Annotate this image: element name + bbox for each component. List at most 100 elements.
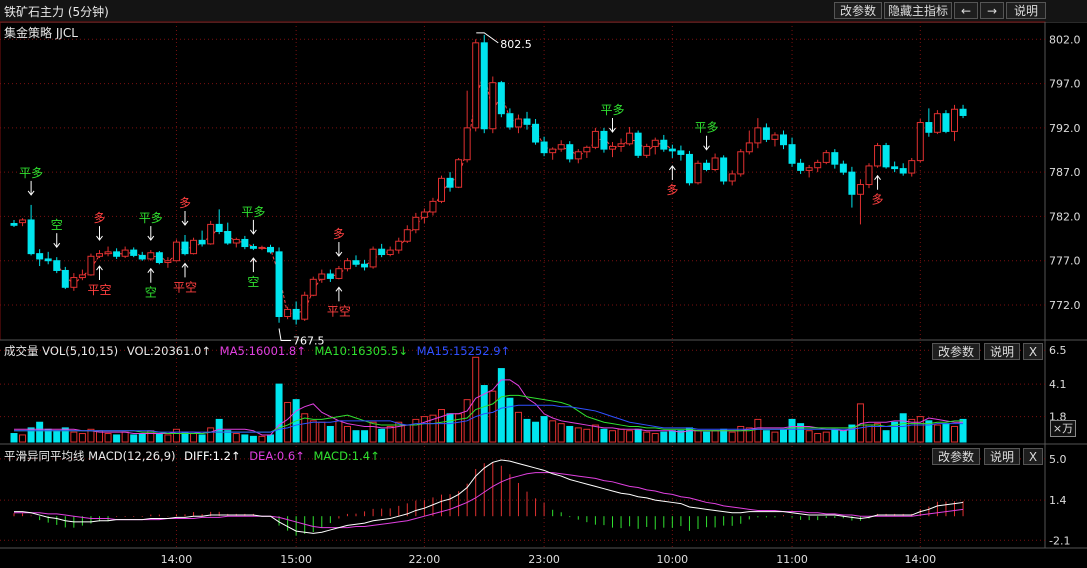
macd-diff: DIFF:1.2↑ bbox=[184, 449, 241, 463]
candle-body bbox=[497, 82, 505, 115]
price-extreme-leader bbox=[476, 32, 499, 44]
volume-bar bbox=[728, 431, 736, 443]
volume-help-button[interactable]: 说明 bbox=[984, 343, 1020, 360]
candle-body bbox=[532, 123, 540, 143]
signal-label: 平多 bbox=[139, 211, 163, 225]
price-tick-label: 802.0 bbox=[1049, 33, 1081, 46]
signal-label: 平多 bbox=[600, 103, 624, 117]
price-tick-label: 797.0 bbox=[1049, 78, 1081, 91]
candle-body bbox=[215, 223, 223, 232]
candle-body bbox=[446, 177, 454, 188]
time-tick-label: 11:00 bbox=[776, 553, 808, 566]
volume-bar bbox=[378, 428, 386, 443]
candle-body bbox=[326, 273, 334, 279]
volume-bar bbox=[583, 428, 591, 443]
volume-bar bbox=[651, 433, 659, 443]
volume-bar bbox=[386, 425, 394, 443]
volume-bar bbox=[694, 430, 702, 443]
candle-body bbox=[831, 152, 839, 165]
volume-edit-params-button[interactable]: 改参数 bbox=[932, 343, 980, 360]
macd-panel-header: 平滑异同平均线 MACD(12,26,9) DIFF:1.2↑ DEA:0.6↑… bbox=[4, 448, 385, 464]
candle-body bbox=[412, 216, 420, 231]
candle-body bbox=[959, 108, 967, 116]
volume-bar bbox=[121, 431, 129, 443]
chart-canvas[interactable]: 802.0797.0792.0787.0782.0777.0772.0平多空多平… bbox=[0, 0, 1087, 568]
volume-tick-label: 4.1 bbox=[1049, 378, 1067, 391]
candle-body bbox=[10, 223, 18, 226]
volume-bar bbox=[78, 433, 86, 443]
candle-body bbox=[463, 127, 471, 161]
volume-close-icon[interactable]: X bbox=[1023, 343, 1043, 360]
macd-close-icon[interactable]: X bbox=[1023, 448, 1043, 465]
candle-body bbox=[557, 144, 565, 150]
candle-body bbox=[745, 142, 753, 153]
volume-bar bbox=[600, 428, 608, 443]
candle-body bbox=[754, 127, 762, 144]
candle-body bbox=[403, 229, 411, 242]
volume-bar bbox=[591, 424, 599, 443]
candle-body bbox=[352, 260, 360, 265]
volume-bar bbox=[155, 433, 163, 443]
time-tick-label: 14:00 bbox=[904, 553, 936, 566]
candle-body bbox=[839, 163, 847, 173]
strategy-line bbox=[56, 71, 673, 315]
price-extreme-leader bbox=[278, 328, 292, 341]
candle-body bbox=[805, 167, 813, 171]
candle-body bbox=[916, 122, 924, 162]
volume-bar bbox=[899, 413, 907, 443]
candle-body bbox=[865, 165, 873, 186]
candle-body bbox=[668, 148, 676, 152]
kline-terminal: 铁矿石主力 (5分钟) 改参数 隐藏主指标 ← → 说明 集金策略 JJCL 8… bbox=[0, 0, 1087, 568]
volume-bar bbox=[172, 428, 180, 443]
candle-body bbox=[925, 122, 933, 133]
candle-body bbox=[429, 200, 437, 213]
volume-tick-label: 6.5 bbox=[1049, 344, 1067, 357]
time-tick-label: 22:00 bbox=[409, 553, 441, 566]
macd-dea: DEA:0.6↑ bbox=[249, 449, 305, 463]
volume-bar bbox=[574, 427, 582, 443]
signal-label: 平空 bbox=[327, 304, 351, 318]
candle-body bbox=[891, 166, 899, 170]
candle-body bbox=[198, 239, 206, 245]
volume-bar bbox=[908, 418, 916, 443]
signal-label: 空 bbox=[51, 218, 63, 232]
volume-bar bbox=[318, 421, 326, 443]
macd-help-button[interactable]: 说明 bbox=[984, 448, 1020, 465]
volume-bar bbox=[771, 431, 779, 443]
candle-body bbox=[249, 246, 257, 249]
macd-edit-params-button[interactable]: 改参数 bbox=[932, 448, 980, 465]
price-tick-label: 782.0 bbox=[1049, 210, 1081, 223]
volume-bar bbox=[309, 420, 317, 443]
volume-panel-header: 成交量 VOL(5,10,15) VOL:20361.0↑ MA5:16001.… bbox=[4, 343, 515, 359]
volume-bar bbox=[164, 434, 172, 443]
candle-body bbox=[301, 294, 309, 320]
candle-body bbox=[797, 162, 805, 171]
candle-body bbox=[343, 260, 351, 270]
volume-bar bbox=[61, 427, 69, 443]
signal-label: 平空 bbox=[87, 283, 111, 297]
volume-bar bbox=[10, 433, 18, 443]
volume-bar bbox=[703, 431, 711, 443]
candle-body bbox=[822, 152, 830, 163]
candle-body bbox=[651, 139, 659, 147]
volume-bar bbox=[506, 397, 514, 443]
volume-bar bbox=[335, 420, 343, 443]
candle-body bbox=[369, 248, 377, 268]
macd-diff-line bbox=[14, 459, 964, 534]
volume-ma10-line bbox=[14, 394, 964, 435]
volume-title: 成交量 VOL(5,10,15) bbox=[4, 344, 119, 358]
candle-body bbox=[455, 159, 463, 188]
candle-body bbox=[788, 144, 796, 164]
volume-bar bbox=[514, 411, 522, 443]
candle-body bbox=[685, 153, 693, 184]
volume-bar bbox=[942, 423, 950, 443]
candle-body bbox=[711, 157, 719, 170]
candle-body bbox=[27, 219, 35, 255]
candle-body bbox=[181, 241, 189, 255]
volume-bar bbox=[643, 431, 651, 443]
candle-body bbox=[44, 258, 52, 262]
candle-body bbox=[267, 246, 274, 253]
candle-body bbox=[677, 150, 685, 155]
volume-bar bbox=[617, 428, 625, 443]
volume-bar bbox=[36, 421, 44, 443]
